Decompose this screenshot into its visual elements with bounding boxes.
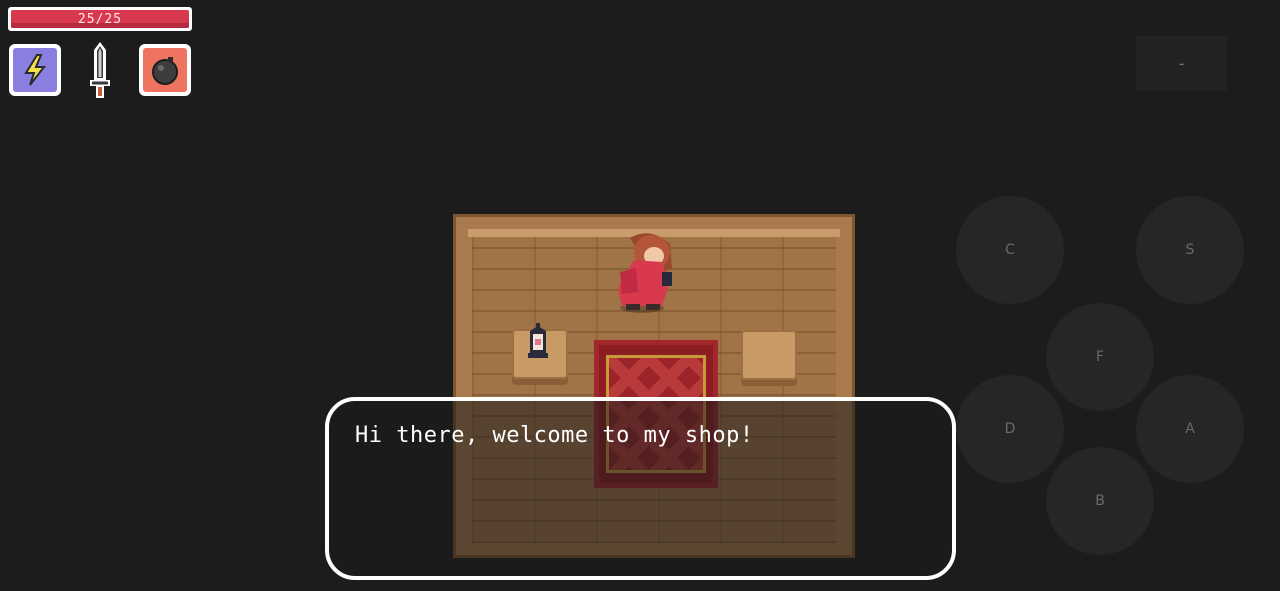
- shopkeeper-npc: [618, 233, 672, 313]
- bomb-icon: [152, 57, 178, 85]
- bomb-slot[interactable]: [139, 44, 191, 96]
- control-button-a[interactable]: A: [1136, 375, 1244, 483]
- ability-slot[interactable]: [9, 44, 61, 96]
- sword-icon: [90, 42, 110, 98]
- control-button-d-label: D: [1004, 421, 1016, 437]
- control-button-c-label: C: [1005, 242, 1015, 258]
- dialog-text: Hi there, welcome to my shop!: [355, 423, 754, 448]
- control-button-b[interactable]: B: [1046, 447, 1154, 555]
- ability-slot-background: [13, 48, 57, 92]
- weapon-slot[interactable]: [84, 40, 116, 102]
- control-button-a-label: A: [1185, 421, 1195, 437]
- bomb-slot-background: [143, 48, 187, 92]
- menu-button[interactable]: -: [1136, 36, 1227, 90]
- dialog-box[interactable]: Hi there, welcome to my shop!: [325, 397, 956, 580]
- lantern-icon: [528, 323, 548, 358]
- health-bar: 25/25: [8, 7, 192, 31]
- control-button-d[interactable]: D: [956, 375, 1064, 483]
- lightning-icon: [24, 54, 47, 86]
- control-button-f[interactable]: F: [1046, 303, 1154, 411]
- side-table-right: [741, 330, 797, 380]
- health-fill: 25/25: [11, 10, 189, 28]
- control-button-b-label: B: [1095, 493, 1105, 509]
- health-text: 25/25: [77, 11, 123, 27]
- control-button-s[interactable]: S: [1136, 196, 1244, 304]
- control-button-s-label: S: [1185, 242, 1195, 258]
- control-button-f-label: F: [1095, 349, 1105, 365]
- menu-button-label: -: [1178, 53, 1185, 73]
- game-screen: 25/25 - Hi there, welcome to my shop! C …: [0, 0, 1280, 591]
- control-button-c[interactable]: C: [956, 196, 1064, 304]
